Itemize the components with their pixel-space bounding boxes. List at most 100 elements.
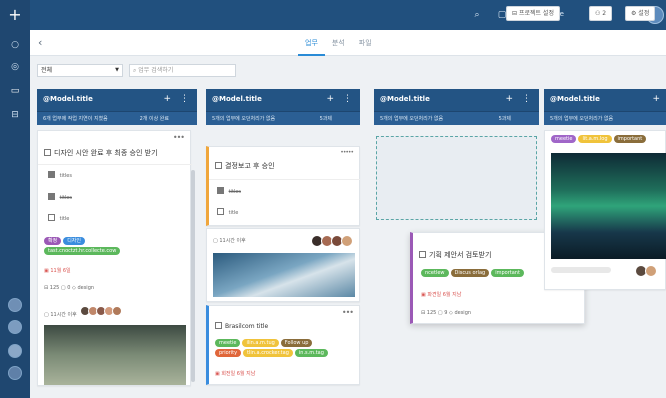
- alert-icon[interactable]: ○: [6, 38, 24, 52]
- avatar[interactable]: [8, 344, 22, 358]
- checkbox[interactable]: [215, 322, 222, 329]
- add-card-icon[interactable]: +: [652, 94, 660, 104]
- more-icon[interactable]: •••: [342, 308, 354, 317]
- checklist-text: titles: [228, 189, 241, 195]
- checklist-text: titles: [59, 195, 72, 201]
- tag-list: ncetlew Discus orlag important: [421, 269, 526, 277]
- checklist-item[interactable]: titles: [48, 193, 72, 201]
- checklist-item[interactable]: title: [217, 208, 238, 216]
- add-card-icon[interactable]: +: [505, 94, 513, 104]
- tag[interactable]: 디자인: [63, 237, 86, 245]
- task-card[interactable]: meetie lit.a.m.log important: [544, 130, 666, 290]
- search-icon[interactable]: ⌕: [471, 9, 483, 21]
- more-icon[interactable]: ⋮: [180, 94, 189, 104]
- members-button[interactable]: ⚇ 2: [589, 6, 613, 21]
- add-card-icon[interactable]: +: [163, 94, 171, 104]
- avatar[interactable]: [8, 366, 22, 380]
- members-count: 2: [602, 10, 607, 17]
- column-summary: 5개의 업무에 오던처리가 없음: [544, 111, 666, 125]
- settings-button[interactable]: ⚙ 설정: [625, 6, 656, 21]
- filter-value: 전체: [41, 67, 53, 74]
- add-card-icon[interactable]: +: [326, 94, 334, 104]
- due-date-text: 파견일 6월 지남: [427, 292, 462, 298]
- avatar[interactable]: [341, 235, 353, 247]
- project-settings-button[interactable]: ⊟ 프로젝트 설정: [506, 6, 560, 21]
- task-card[interactable]: ••• 디자인 시안 완료 후 최종 승인 받기 titles titles t…: [37, 130, 192, 386]
- assignee-avatars: [311, 235, 353, 249]
- globe-icon[interactable]: ◎: [6, 60, 24, 74]
- more-icon[interactable]: •••••: [340, 149, 354, 156]
- card-meta: ⊟ 125 ▢ 9 ◇ design: [421, 310, 472, 316]
- back-icon[interactable]: ‹: [38, 36, 42, 49]
- tag[interactable]: priority: [215, 349, 242, 357]
- checkbox[interactable]: [44, 149, 51, 156]
- tag[interactable]: tast.cnoctzt.hr.collecte.cow: [44, 247, 121, 255]
- checklist-item[interactable]: titles: [48, 171, 72, 179]
- project-settings-label: 프로젝트 설정: [518, 10, 554, 17]
- task-card[interactable]: ▢ 11시간 이후: [206, 228, 360, 302]
- checkbox[interactable]: [217, 208, 224, 215]
- attachment-count: 125: [426, 310, 437, 316]
- add-icon[interactable]: +: [0, 0, 30, 30]
- filter-select[interactable]: 전체 ▼: [37, 64, 123, 77]
- avatar[interactable]: [8, 320, 22, 334]
- tag[interactable]: ncetlew: [421, 269, 449, 277]
- checkbox[interactable]: [48, 193, 55, 200]
- tab-analysis[interactable]: 분석: [325, 30, 352, 56]
- project-header: ‹ 업무 분석 파일: [30, 30, 666, 56]
- scrollbar[interactable]: [191, 170, 195, 382]
- checkbox[interactable]: [419, 251, 426, 258]
- checklist-item[interactable]: title: [48, 214, 69, 222]
- chat-icon[interactable]: ⊟: [6, 108, 24, 122]
- tag[interactable]: 확정: [44, 237, 62, 245]
- more-icon[interactable]: ⋮: [343, 94, 352, 104]
- tag[interactable]: ilin.a.m.tug: [242, 339, 279, 347]
- column-header: @Model.title + ⋮: [374, 89, 539, 111]
- assignee-label: 11시간 이후: [50, 312, 77, 318]
- tag-list: 확정 디자인 tast.cnoctzt.hr.collecte.cow: [44, 237, 184, 255]
- tag[interactable]: Follow up: [280, 339, 313, 347]
- tag[interactable]: Discus orlag: [450, 269, 490, 277]
- tab-tasks[interactable]: 업무: [298, 30, 325, 56]
- column-summary-text: 6개 업무에 작업 지연이 지쳤음: [43, 116, 108, 122]
- more-icon[interactable]: ⋮: [522, 94, 531, 104]
- card-title-text: 기획 제안서 검토받기: [429, 251, 492, 259]
- avatar[interactable]: [8, 298, 22, 312]
- tag-name: design: [77, 285, 95, 291]
- column-header: @Model.title + ⋮: [206, 89, 360, 111]
- column-summary-text: 5개의 업무에 오던처리가 없음: [380, 116, 444, 122]
- checkbox[interactable]: [48, 171, 55, 178]
- task-card[interactable]: ••••• 결정보고 후 승인 titles title: [206, 146, 360, 226]
- column-title: @Model.title: [212, 95, 262, 103]
- column-summary-text: 5개의 업무에 오던처리가 없음: [550, 116, 614, 122]
- tag[interactable]: tlin.a.crocker.tag: [243, 349, 293, 357]
- column-title: @Model.title: [43, 95, 93, 103]
- tag-name: design: [454, 310, 472, 316]
- due-date-text: 11월 6일: [50, 268, 71, 274]
- tag[interactable]: meetie: [215, 339, 241, 347]
- search-input[interactable]: ⌕ 업무 검색하기: [129, 64, 236, 77]
- attachment-count: 125: [49, 285, 60, 291]
- avatar[interactable]: [112, 306, 123, 316]
- tag[interactable]: important: [491, 269, 524, 277]
- card-image: [551, 153, 666, 259]
- checklist-item[interactable]: titles: [217, 187, 241, 195]
- column-summary-text: 5개의 업무에 오던처리가 없음: [212, 116, 276, 122]
- checkbox[interactable]: [215, 162, 222, 169]
- more-icon[interactable]: •••: [173, 133, 185, 142]
- checkbox[interactable]: [217, 187, 224, 194]
- checkbox[interactable]: [48, 214, 55, 221]
- tag[interactable]: lit.a.m.log: [578, 135, 612, 143]
- assignee-avatars: [635, 265, 657, 279]
- checklist-text: title: [59, 216, 70, 222]
- task-card[interactable]: ••• Brasilcom title meetie ilin.a.m.tug Fo…: [206, 305, 360, 385]
- tag[interactable]: in.s.m.tag: [294, 349, 328, 357]
- tag[interactable]: important: [613, 135, 647, 143]
- avatar[interactable]: [645, 265, 657, 277]
- tab-files[interactable]: 파일: [352, 30, 379, 56]
- drop-zone[interactable]: [376, 136, 537, 220]
- tag-list: meetie lit.a.m.log important: [551, 135, 666, 143]
- column: @Model.title + ⋮ 5개의 업무에 오던처리가 없음 5과제: [206, 89, 360, 125]
- folder-icon[interactable]: ▭: [6, 84, 24, 98]
- tag[interactable]: meetie: [551, 135, 577, 143]
